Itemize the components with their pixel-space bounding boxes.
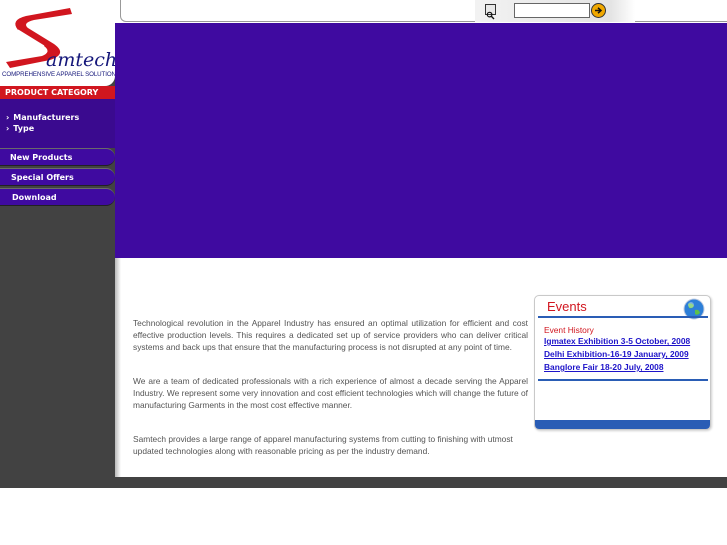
product-category-header: PRODUCT CATEGORY: [0, 86, 115, 99]
search-go-button[interactable]: [591, 3, 606, 18]
magnifier-icon[interactable]: [485, 4, 496, 20]
content-shadow-edge: [115, 258, 121, 477]
sidebar-item-type[interactable]: › Type: [6, 124, 34, 133]
events-title: Events: [547, 299, 587, 314]
search-input[interactable]: [514, 3, 590, 18]
sidebar-item-label: Type: [13, 124, 35, 133]
events-divider: [538, 316, 708, 318]
category-list: › Manufacturers › Type: [0, 99, 115, 148]
intro-paragraph-1: Technological revolution in the Apparel …: [133, 318, 528, 352]
chevron-right-icon: ›: [6, 113, 10, 122]
logo-wordmark: amtech: [46, 49, 115, 71]
event-link[interactable]: Delhi Exhibition-16-19 January, 2009: [544, 349, 706, 360]
intro-paragraph-3: Samtech provides a large range of appare…: [133, 434, 513, 456]
new-products-button[interactable]: New Products: [0, 148, 115, 166]
events-divider: [538, 379, 708, 381]
events-panel: Events Event History Igmatex Exhibition …: [534, 295, 711, 430]
arrow-right-circle-icon: [595, 7, 603, 14]
magnifier-glyph-icon: [486, 11, 495, 20]
sidebar-item-manufacturers[interactable]: › Manufacturers: [6, 113, 79, 122]
event-link[interactable]: Igmatex Exhibition 3-5 October, 2008: [544, 336, 706, 347]
event-link[interactable]: Banglore Fair 18-20 July, 2008: [544, 362, 706, 373]
download-button[interactable]: Download: [0, 188, 115, 206]
events-list: Igmatex Exhibition 3-5 October, 2008 Del…: [544, 336, 706, 377]
chevron-right-icon: ›: [6, 124, 10, 133]
sidebar-item-label: Manufacturers: [13, 113, 80, 122]
intro-paragraph-2: We are a team of dedicated professionals…: [133, 376, 528, 410]
logo[interactable]: amtech COMPREHENSIVE APPAREL SOLUTIONS: [0, 0, 115, 86]
special-offers-button[interactable]: Special Offers: [0, 168, 115, 186]
top-header: [115, 0, 727, 23]
event-history-label: Event History: [544, 325, 594, 335]
logo-tagline: COMPREHENSIVE APPAREL SOLUTIONS: [2, 71, 115, 78]
events-footer-bar: [535, 420, 710, 429]
main-content: Technological revolution in the Apparel …: [115, 258, 727, 477]
hero-banner: [115, 23, 727, 258]
header-frame: [120, 0, 727, 22]
sidebar: amtech COMPREHENSIVE APPAREL SOLUTIONS P…: [0, 0, 115, 488]
footer-bar: [115, 477, 727, 488]
